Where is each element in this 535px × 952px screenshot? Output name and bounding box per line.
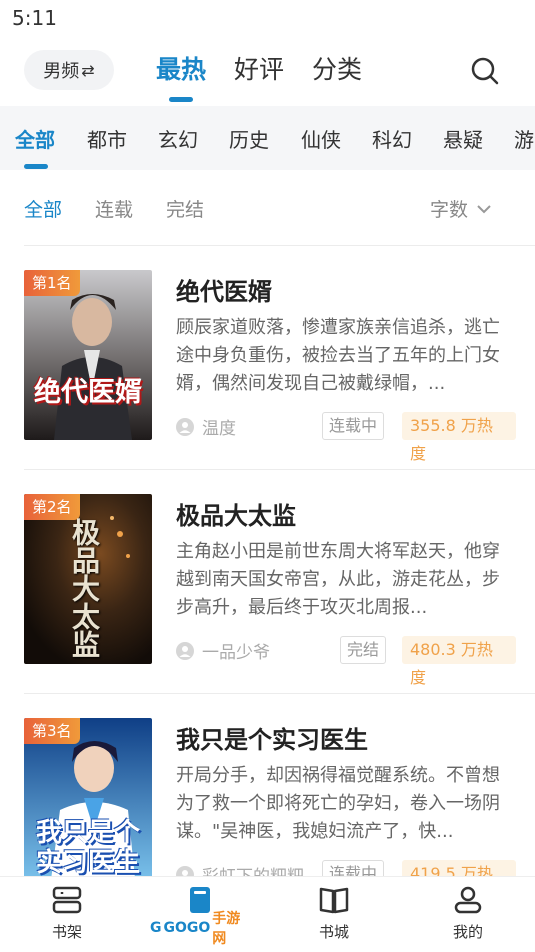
filter-completed[interactable]: 完结 [166, 195, 204, 222]
chevron-down-icon [477, 204, 491, 213]
bottom-nav: 书架 书库 书城 我的 [0, 876, 535, 952]
book-cover[interactable]: 第1名 绝代医婿 [24, 270, 152, 440]
sort-label: 字数 [430, 199, 469, 221]
watermark-logo: G GOGO 手游网 [146, 911, 250, 947]
open-book-icon [319, 887, 349, 914]
genre-scifi[interactable]: 科幻 [372, 124, 412, 153]
user-profile-icon [454, 886, 482, 914]
status-tag: 连载中 [322, 412, 385, 440]
heat-tag: 480.3 万热度 [402, 636, 516, 687]
genre-active-indicator [24, 164, 48, 169]
book-cover[interactable]: 第3名 我只是个实习医生 [24, 718, 152, 888]
status-bar: 5:11 [0, 0, 535, 36]
heat-tag: 355.8 万热度 [402, 412, 516, 463]
book-cover[interactable]: 第2名 极品大太监 [24, 494, 152, 664]
nav-profile[interactable]: 我的 [428, 885, 508, 942]
user-icon [176, 641, 194, 660]
watermark-mark: G [150, 920, 162, 936]
genre-urban[interactable]: 都市 [87, 124, 127, 153]
tab-top-rated[interactable]: 好评 [234, 50, 284, 90]
author: 温度 [176, 414, 236, 439]
book-description: 开局分手，却因祸得福觉醒系统。不曾想为了救一个即将死亡的孕妇，卷入一场阴谋。"吴… [176, 765, 500, 842]
rank-badge: 第3名 [24, 718, 80, 744]
watermark-subtext: 手游网 [212, 911, 241, 947]
tab-hottest[interactable]: 最热 [156, 50, 206, 90]
book-meta: 一品少爷 完结 480.3 万热度 [176, 636, 516, 687]
genre-xianxia[interactable]: 仙侠 [301, 124, 341, 153]
book-item[interactable]: 第2名 极品大太监 极品大太监 主角赵小田是前世东周大将军赵天，他穿越到南天国女… [0, 494, 535, 694]
genre-mystery[interactable]: 悬疑 [443, 124, 483, 153]
book-description: 主角赵小田是前世东周大将军赵天，他穿越到南天国女帝宫，从此，游走花丛，步步高升，… [176, 541, 500, 618]
divider [24, 693, 535, 694]
nav-label: 书架 [51, 923, 82, 941]
status-time: 5:11 [12, 6, 57, 30]
author-name: 一品少爷 [202, 643, 270, 663]
book-title[interactable]: 极品大太监 [176, 496, 296, 531]
book-title[interactable]: 我只是个实习医生 [176, 720, 368, 755]
search-icon[interactable] [470, 56, 500, 86]
watermark-text: GOGO [163, 920, 211, 936]
genre-all[interactable]: 全部 [15, 124, 55, 153]
author-name: 温度 [202, 419, 236, 439]
book-title[interactable]: 绝代医婿 [176, 272, 272, 307]
book-item[interactable]: 第1名 绝代医婿 绝代医婿 顾辰家道败落，惨遭家族亲信追杀，逃亡途中身负重伤，被… [0, 270, 535, 470]
rank-badge: 第2名 [24, 494, 80, 520]
filter-serializing[interactable]: 连载 [95, 195, 133, 222]
genre-fantasy[interactable]: 玄幻 [158, 124, 198, 153]
filter-all[interactable]: 全部 [24, 195, 62, 222]
gender-toggle-button[interactable]: 男频 ⇄ [24, 50, 114, 90]
swap-icon: ⇄ [81, 60, 95, 80]
cover-title: 我只是个实习医生 [35, 818, 140, 878]
nav-label: 我的 [452, 923, 483, 941]
gender-label: 男频 [43, 61, 80, 82]
bookshelf-icon [52, 886, 82, 914]
main-tabs: 最热 好评 分类 [156, 50, 390, 90]
status-tag: 完结 [340, 636, 387, 664]
library-icon [190, 887, 210, 913]
filter-bar: 全部 连载 完结 字数 [0, 185, 535, 233]
divider [24, 245, 535, 246]
genre-games[interactable]: 游 [514, 124, 534, 153]
top-bar: 男频 ⇄ 最热 好评 分类 [0, 36, 535, 106]
nav-bookshelf[interactable]: 书架 [27, 885, 107, 942]
book-meta: 温度 连载中 355.8 万热度 [176, 412, 516, 463]
rank-badge: 第1名 [24, 270, 80, 296]
divider [24, 469, 535, 470]
tab-categories[interactable]: 分类 [312, 50, 362, 90]
user-icon [176, 417, 194, 436]
cover-title: 绝代医婿 [34, 377, 142, 408]
nav-bookstore[interactable]: 书城 [294, 885, 374, 942]
sort-dropdown[interactable]: 字数 [430, 195, 492, 222]
nav-label: 书城 [318, 923, 349, 941]
genre-history[interactable]: 历史 [229, 124, 269, 153]
genre-bar: 全部 都市 玄幻 历史 仙侠 科幻 悬疑 游 [0, 106, 535, 170]
book-description: 顾辰家道败落，惨遭家族亲信追杀，逃亡途中身负重伤，被捡去当了五年的上门女婿，偶然… [176, 317, 500, 394]
author: 一品少爷 [176, 638, 270, 663]
cover-title: 极品大太监 [68, 518, 101, 658]
